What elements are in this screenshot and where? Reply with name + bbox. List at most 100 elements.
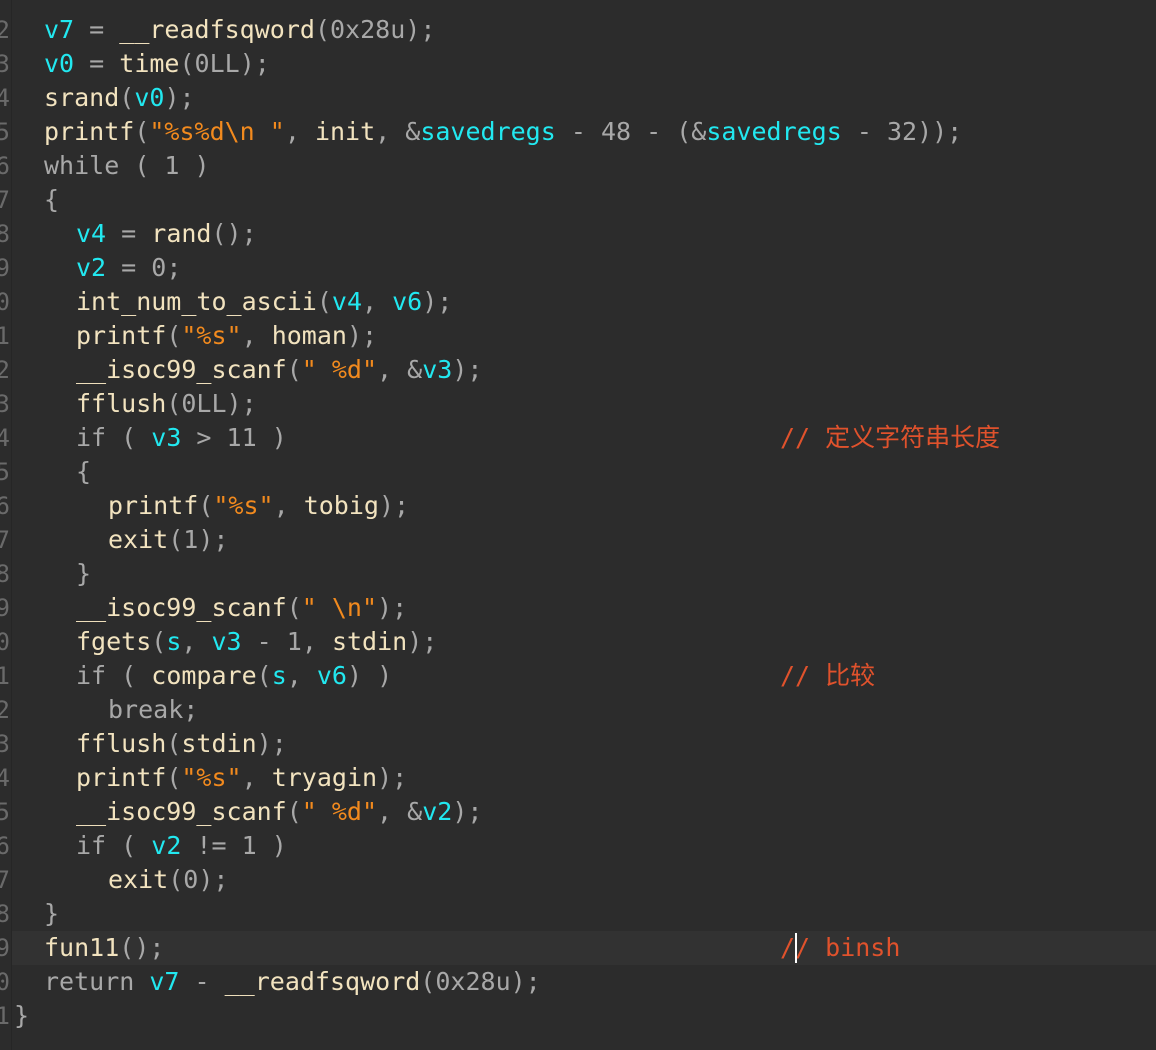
token-fn: __isoc99_scanf xyxy=(76,593,287,622)
token-punc: ) xyxy=(256,423,287,452)
code-line[interactable]: { xyxy=(12,183,1156,217)
code-line[interactable]: v7 = __readfsqword(0x28u); xyxy=(12,13,1156,47)
code-line[interactable]: { xyxy=(12,455,1156,489)
line-number: 11 xyxy=(0,322,10,350)
line-number-gutter: 2345678910111213141516171819202122232425… xyxy=(0,0,10,1050)
code-text: if ( v3 > 11 ) xyxy=(76,421,287,455)
line-number: 10 xyxy=(0,288,10,316)
code-text: __isoc99_scanf(" \n"); xyxy=(76,591,407,625)
token-var: v2 xyxy=(422,797,453,826)
token-punc: ( xyxy=(256,661,272,690)
token-var: v3 xyxy=(151,423,182,452)
line-number: 31 xyxy=(0,1002,10,1030)
code-line[interactable]: } xyxy=(12,999,1156,1033)
code-line[interactable]: __isoc99_scanf(" %d", &v2); xyxy=(12,795,1156,829)
code-line[interactable]: exit(1); xyxy=(12,523,1156,557)
token-kw: return xyxy=(44,967,150,996)
line-number: 18 xyxy=(0,560,10,588)
code-line[interactable]: printf("%s", tryagin); xyxy=(12,761,1156,795)
code-line[interactable]: fflush(stdin); xyxy=(12,727,1156,761)
token-id: tryagin xyxy=(271,763,378,792)
token-num: 1 xyxy=(183,525,199,554)
token-fn: rand xyxy=(151,219,212,248)
code-text: v4 = rand(); xyxy=(76,217,257,251)
token-fn: fun11 xyxy=(44,933,120,962)
token-var: v3 xyxy=(422,355,453,384)
code-line[interactable]: printf("%s", homan); xyxy=(12,319,1156,353)
token-punc: ( xyxy=(168,865,184,894)
code-line[interactable]: } xyxy=(12,557,1156,591)
code-line[interactable]: if ( compare(s, v6) )// 比较 xyxy=(12,659,1156,693)
token-fn: fflush xyxy=(76,389,167,418)
token-var: savedregs xyxy=(706,117,842,146)
code-text: v2 = 0; xyxy=(76,251,181,285)
token-punc: - xyxy=(179,967,225,996)
token-id: stdin xyxy=(331,627,408,656)
code-line[interactable]: v4 = rand(); xyxy=(12,217,1156,251)
token-punc: ) xyxy=(256,831,287,860)
code-text: return v7 - __readfsqword(0x28u); xyxy=(44,965,541,999)
code-line[interactable]: v2 = 0; xyxy=(12,251,1156,285)
code-line[interactable]: break; xyxy=(12,693,1156,727)
code-line[interactable]: return v7 - __readfsqword(0x28u); xyxy=(12,965,1156,999)
token-var: v0 xyxy=(44,49,75,78)
code-text: fflush(stdin); xyxy=(76,727,287,761)
code-text: int_num_to_ascii(v4, v6); xyxy=(76,285,452,319)
code-line[interactable]: if ( v3 > 11 ) // 定义字符串长度 xyxy=(12,421,1156,455)
token-fn: exit xyxy=(108,865,169,894)
code-text: } xyxy=(44,897,59,931)
code-line[interactable]: int_num_to_ascii(v4, v6); xyxy=(12,285,1156,319)
token-punc: - xyxy=(241,627,287,656)
line-number: 20 xyxy=(0,628,10,656)
token-punc: ); xyxy=(405,15,436,44)
code-text: printf("%s", homan); xyxy=(76,319,377,353)
token-punc: , xyxy=(241,321,272,350)
line-number: 12 xyxy=(0,356,10,384)
token-punc: ( xyxy=(134,117,150,146)
token-kw: if xyxy=(76,831,107,860)
code-line[interactable]: exit(0); xyxy=(12,863,1156,897)
token-punc: )); xyxy=(917,117,963,146)
code-line[interactable]: if ( v2 != 1 ) xyxy=(12,829,1156,863)
token-punc: ( xyxy=(179,49,195,78)
token-var: v0 xyxy=(134,83,165,112)
token-id: stdin xyxy=(181,729,257,758)
token-var: v7 xyxy=(44,15,75,44)
code-text: printf("%s", tryagin); xyxy=(76,761,407,795)
token-var: v6 xyxy=(316,661,347,690)
code-line[interactable]: __isoc99_scanf(" %d", &v3); xyxy=(12,353,1156,387)
token-punc: , xyxy=(284,117,315,146)
token-fn: printf xyxy=(76,763,167,792)
token-var: v2 xyxy=(151,831,182,860)
code-text: exit(0); xyxy=(108,863,228,897)
token-punc: != xyxy=(181,831,242,860)
code-line[interactable]: v0 = time(0LL); xyxy=(12,47,1156,81)
token-punc: ( xyxy=(314,15,330,44)
code-text: exit(1); xyxy=(108,523,228,557)
code-comment: // binsh xyxy=(780,933,901,962)
code-text: printf("%s%d\n ", init, &savedregs - 48 … xyxy=(44,115,962,149)
line-number: 7 xyxy=(0,186,10,214)
token-var: s xyxy=(271,661,287,690)
token-fn: __readfsqword xyxy=(224,967,421,996)
code-line-current[interactable]: fun11(); // binsh xyxy=(12,931,1156,965)
code-line[interactable]: printf("%s", tobig); xyxy=(12,489,1156,523)
token-punc: ); xyxy=(377,593,408,622)
token-punc: (); xyxy=(119,933,165,962)
code-line[interactable]: printf("%s%d\n ", init, &savedregs - 48 … xyxy=(12,115,1156,149)
token-var: v3 xyxy=(211,627,242,656)
token-fn: compare xyxy=(151,661,257,690)
pseudocode-editor[interactable]: v7 = __readfsqword(0x28u); v0 = time(0LL)… xyxy=(12,0,1156,1050)
token-fn: int_num_to_ascii xyxy=(76,287,317,316)
token-num: 0LL xyxy=(194,49,240,78)
token-punc: ); xyxy=(198,865,229,894)
code-line[interactable]: __isoc99_scanf(" \n"); xyxy=(12,591,1156,625)
token-punc: ); xyxy=(452,355,483,384)
token-punc: ); xyxy=(422,287,453,316)
code-line[interactable]: srand(v0); xyxy=(12,81,1156,115)
code-line[interactable]: fgets(s, v3 - 1, stdin); xyxy=(12,625,1156,659)
code-line[interactable]: } xyxy=(12,897,1156,931)
token-punc: { xyxy=(44,185,60,214)
code-line[interactable]: while ( 1 ) xyxy=(12,149,1156,183)
code-line[interactable]: fflush(0LL); xyxy=(12,387,1156,421)
